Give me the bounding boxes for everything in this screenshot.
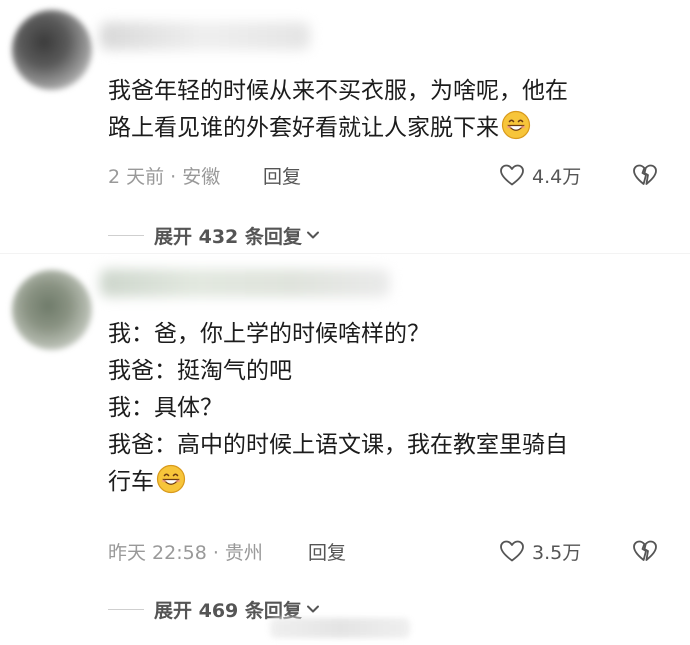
- reply-button[interactable]: 回复: [263, 162, 301, 189]
- like-count: 4.4万: [532, 165, 582, 188]
- avatar[interactable]: [12, 270, 92, 350]
- expand-divider: [108, 608, 144, 610]
- comment-meta: 昨天 22:58 · 贵州 回复 3.5万: [108, 536, 668, 566]
- username-blurred[interactable]: [100, 22, 310, 50]
- comment-time-location: 2 天前 · 安徽: [108, 166, 221, 188]
- comment-text-line: 我：爸，你上学的时候啥样的？: [108, 321, 430, 347]
- comment-time-location: 昨天 22:58 · 贵州: [108, 542, 263, 564]
- heart-outline-icon: [500, 540, 524, 562]
- comment-text-line: 我爸年轻的时候从来不买衣服，为啥呢，他在: [108, 78, 568, 104]
- comment-text: 我爸年轻的时候从来不买衣服，为啥呢，他在 路上看见谁的外套好看就让人家脱下来: [108, 73, 668, 147]
- watermark-blurred: [270, 618, 410, 638]
- grinning-face-emoji-icon: [156, 464, 186, 494]
- expand-replies-label: 展开 432 条回复: [154, 225, 302, 248]
- comment-text-segment: 行车: [108, 469, 154, 495]
- expand-replies-button[interactable]: 展开 432 条回复: [108, 220, 322, 250]
- comment-meta: 2 天前 · 安徽 回复 4.4万: [108, 160, 668, 190]
- like-count: 3.5万: [532, 541, 582, 564]
- comment-text-line: 我：具体？: [108, 395, 223, 421]
- comment-text-segment: 路上看见谁的外套好看就让人家脱下来: [108, 115, 499, 141]
- username-blurred[interactable]: [100, 269, 390, 297]
- reply-button[interactable]: 回复: [308, 538, 346, 565]
- comment-text-line: 我爸：高中的时候上语文课，我在教室里骑自: [108, 432, 568, 458]
- heart-outline-icon: [500, 164, 524, 186]
- broken-heart-icon[interactable]: [631, 161, 659, 189]
- comment-divider: [0, 253, 690, 254]
- like-button[interactable]: 3.5万: [498, 536, 581, 566]
- expand-divider: [108, 234, 144, 236]
- like-button[interactable]: 4.4万: [498, 160, 581, 190]
- comment-text-line: 我爸：挺淘气的吧: [108, 358, 292, 384]
- avatar[interactable]: [12, 10, 92, 90]
- comment-text-line: 行车: [108, 464, 668, 501]
- comment-item: 我爸年轻的时候从来不买衣服，为啥呢，他在 路上看见谁的外套好看就让人家脱下来 2…: [0, 0, 690, 250]
- chevron-down-icon: [306, 605, 319, 613]
- grinning-face-emoji-icon: [501, 110, 531, 140]
- comment-text: 我：爸，你上学的时候啥样的？ 我爸：挺淘气的吧 我：具体？ 我爸：高中的时候上语…: [108, 316, 668, 501]
- comment-item: 我：爸，你上学的时候啥样的？ 我爸：挺淘气的吧 我：具体？ 我爸：高中的时候上语…: [0, 255, 690, 645]
- chevron-down-icon: [306, 231, 319, 239]
- broken-heart-icon[interactable]: [631, 537, 659, 565]
- comment-text-line: 路上看见谁的外套好看就让人家脱下来: [108, 110, 668, 147]
